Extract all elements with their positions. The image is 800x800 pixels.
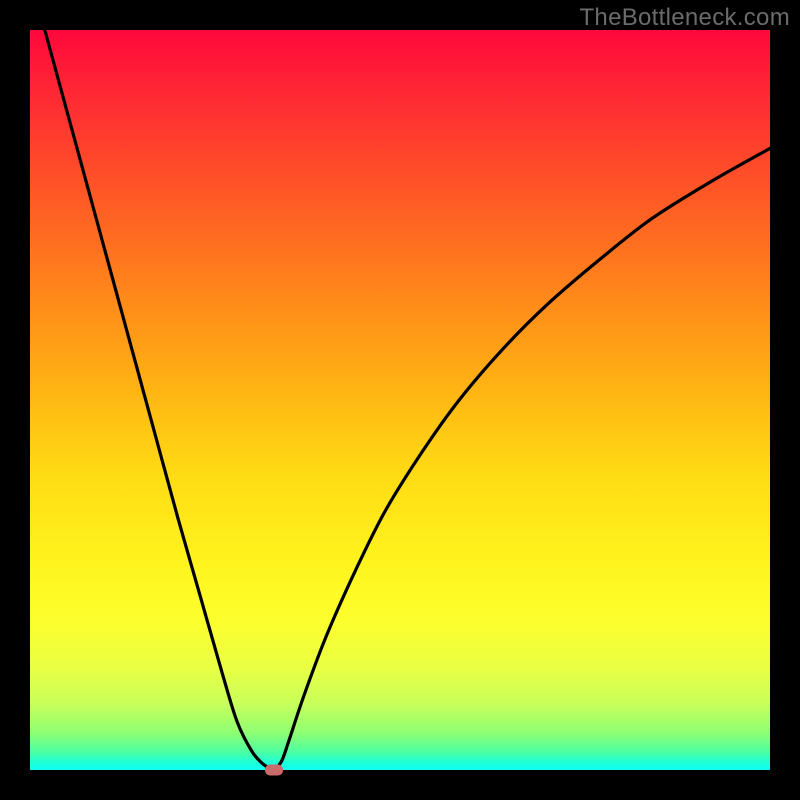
plot-area xyxy=(30,30,770,770)
chart-frame: TheBottleneck.com xyxy=(0,0,800,800)
minimum-marker xyxy=(265,765,283,776)
left-branch-path xyxy=(45,30,274,770)
right-branch-path xyxy=(274,148,770,770)
curve-svg xyxy=(30,30,770,770)
watermark-text: TheBottleneck.com xyxy=(579,4,790,32)
